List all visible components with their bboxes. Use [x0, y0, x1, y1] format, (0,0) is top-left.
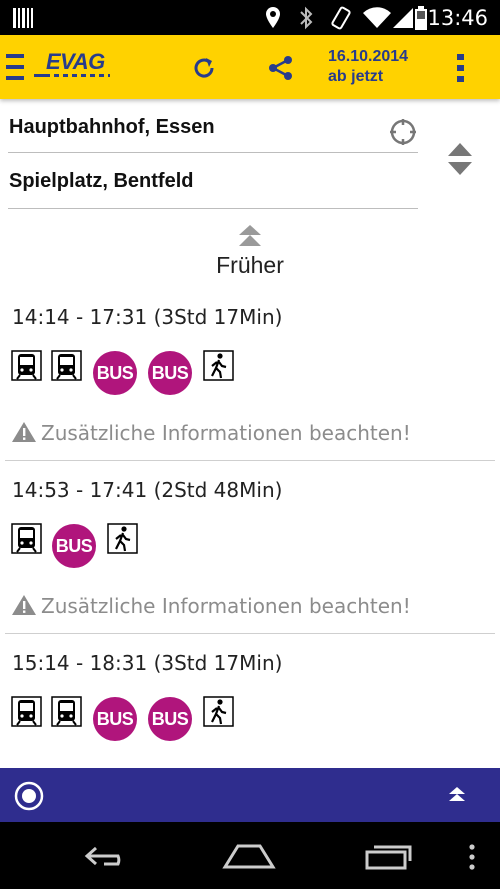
bus-icon: BUS — [52, 524, 96, 568]
app-bar: EVAG 16.10.2014 ab jetzt — [0, 35, 500, 99]
earlier-arrow-icon — [239, 225, 261, 246]
tram-icon — [11, 523, 42, 554]
battery-icon — [415, 6, 427, 30]
walk-icon — [107, 523, 138, 554]
collapse-icon[interactable] — [448, 786, 466, 804]
bus-icon: BUS — [93, 351, 137, 395]
clock: 13:46 — [427, 6, 488, 30]
bus-icon: BUS — [148, 351, 192, 395]
tram-icon — [11, 350, 42, 381]
trip-time: 15:14 - 18:31 (3Std 17Min) — [12, 651, 283, 675]
to-field[interactable]: Spielplatz, Bentfeld — [8, 167, 418, 209]
overflow-menu-icon[interactable] — [468, 844, 476, 870]
radio-icon[interactable] — [13, 780, 45, 812]
divider — [5, 633, 495, 634]
bus-icon: BUS — [93, 697, 137, 741]
date-selector[interactable]: 16.10.2014 ab jetzt — [328, 47, 408, 87]
trip-time: 14:14 - 17:31 (3Std 17Min) — [12, 305, 283, 329]
locate-icon[interactable] — [389, 118, 417, 146]
swap-icon[interactable] — [447, 142, 473, 176]
evag-logo: EVAG — [34, 49, 114, 83]
signal-icon — [393, 8, 413, 28]
barcode-icon — [13, 8, 33, 28]
menu-icon[interactable] — [6, 53, 26, 81]
recents-icon[interactable] — [364, 842, 416, 870]
warning-text: Zusätzliche Informationen beachten! — [41, 594, 411, 618]
warning-icon — [12, 422, 36, 442]
navigation-bar — [0, 822, 500, 889]
walk-icon — [203, 350, 234, 381]
bus-icon: BUS — [148, 697, 192, 741]
bluetooth-icon — [300, 6, 313, 30]
status-bar: 13:46 — [0, 0, 500, 35]
date-value: 16.10.2014 — [328, 48, 409, 65]
tram-icon — [11, 696, 42, 727]
overflow-menu-icon[interactable] — [456, 53, 466, 83]
warning-text: Zusätzliche Informationen beachten! — [41, 421, 411, 445]
from-value: Hauptbahnhof, Essen — [9, 116, 215, 138]
time-mode: ab jetzt — [328, 68, 384, 85]
trip-time: 14:53 - 17:41 (2Std 48Min) — [12, 478, 283, 502]
location-icon — [266, 7, 280, 28]
back-icon[interactable] — [84, 844, 136, 868]
tram-icon — [51, 350, 82, 381]
from-field[interactable]: Hauptbahnhof, Essen — [8, 114, 418, 153]
bottom-bar — [0, 768, 500, 822]
divider — [5, 460, 495, 461]
to-value: Spielplatz, Bentfeld — [9, 170, 194, 192]
home-icon[interactable] — [222, 843, 276, 869]
walk-icon — [203, 696, 234, 727]
refresh-icon[interactable] — [191, 55, 217, 81]
wifi-icon — [363, 7, 391, 29]
share-icon[interactable] — [268, 55, 294, 81]
warning-icon — [12, 595, 36, 615]
vibrate-icon — [331, 6, 351, 30]
earlier-label: Früher — [216, 252, 284, 278]
tram-icon — [51, 696, 82, 727]
